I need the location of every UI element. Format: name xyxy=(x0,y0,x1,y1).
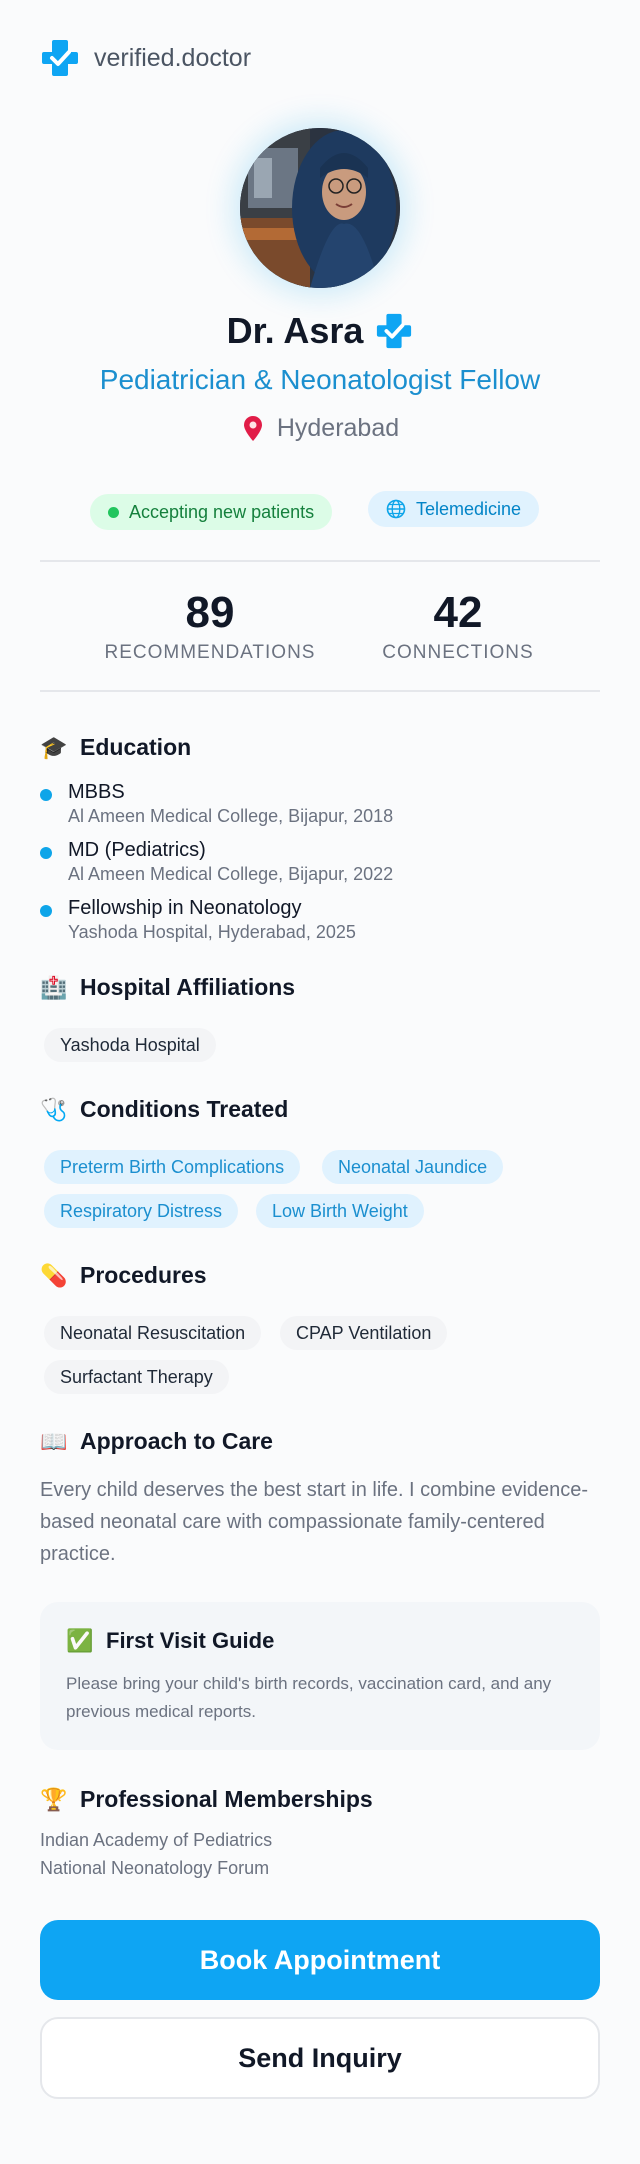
bullet-dot xyxy=(40,847,52,859)
education-item: MBBS Al Ameen Medical College, Bijapur, … xyxy=(40,781,393,827)
doctor-name: Dr. Asra xyxy=(226,310,364,351)
procedure-chip[interactable]: Neonatal Resuscitation xyxy=(44,1316,262,1350)
doctor-profile-page: verified.doctor Dr. Asra Pediatrician & … xyxy=(0,0,640,2164)
stat-value: 89 xyxy=(185,588,235,637)
section-title: Hospital Affiliations xyxy=(80,974,296,1000)
memberships-section-header: 🏆 Professional Memberships xyxy=(40,1786,373,1813)
approach-section-header: 📖 Approach to Care xyxy=(40,1428,273,1455)
guide-text: Please bring your child's birth records,… xyxy=(66,1674,552,1721)
accepting-label: Accepting new patients xyxy=(129,501,315,522)
stat-value: 42 xyxy=(433,588,483,637)
education-item: MD (Pediatrics) Al Ameen Medical College… xyxy=(40,839,393,885)
divider xyxy=(40,690,600,692)
hospital-icon: 🏥 xyxy=(40,974,68,1000)
education-school: Yashoda Hospital, Hyderabad, 2025 xyxy=(68,922,356,942)
check-box-icon: ✅ xyxy=(66,1628,94,1653)
education-section-header: 🎓 Education xyxy=(40,734,191,761)
stat-connections[interactable]: 42 CONNECTIONS xyxy=(368,588,548,664)
bullet-dot xyxy=(40,789,52,801)
education-degree: Fellowship in Neonatology xyxy=(68,897,302,919)
condition-chip[interactable]: Respiratory Distress xyxy=(44,1194,239,1228)
section-title: Professional Memberships xyxy=(80,1786,373,1812)
condition-chip[interactable]: Preterm Birth Complications xyxy=(44,1150,301,1184)
education-school: Al Ameen Medical College, Bijapur, 2022 xyxy=(68,864,394,884)
section-title: Approach to Care xyxy=(80,1428,273,1454)
verified-cross-logo-icon xyxy=(42,40,78,76)
globe-icon xyxy=(386,499,406,519)
first-visit-guide-card: ✅ First Visit Guide Please bring your ch… xyxy=(40,1602,600,1750)
membership-item: Indian Academy of Pediatrics xyxy=(40,1830,273,1850)
education-item: Fellowship in Neonatology Yashoda Hospit… xyxy=(40,897,356,943)
location-pin-icon xyxy=(243,415,262,441)
guide-title: First Visit Guide xyxy=(106,1628,275,1653)
condition-chip[interactable]: Low Birth Weight xyxy=(256,1194,424,1228)
book-appointment-button[interactable]: Book Appointment xyxy=(40,1920,600,2000)
pill-icon: 💊 xyxy=(40,1262,68,1288)
affiliations-section-header: 🏥 Hospital Affiliations xyxy=(40,974,295,1001)
conditions-section-header: 🩺 Conditions Treated xyxy=(40,1096,288,1123)
book-icon: 📖 xyxy=(40,1428,68,1454)
guide-header: ✅ First Visit Guide xyxy=(66,1628,274,1654)
procedure-chip[interactable]: Surfactant Therapy xyxy=(44,1360,229,1394)
education-degree: MBBS xyxy=(68,781,125,803)
approach-text: Every child deserves the best start in l… xyxy=(40,1479,589,1565)
send-inquiry-button[interactable]: Send Inquiry xyxy=(40,2017,600,2099)
education-degree: MD (Pediatrics) xyxy=(68,839,206,861)
doctor-avatar xyxy=(240,128,400,288)
avatar-photo xyxy=(240,128,400,288)
doctor-specialty: Pediatrician & Neonatologist Fellow xyxy=(99,364,541,395)
section-title: Conditions Treated xyxy=(80,1096,289,1122)
condition-chip[interactable]: Neonatal Jaundice xyxy=(322,1150,504,1184)
stat-label: CONNECTIONS xyxy=(382,642,534,663)
affiliation-chip[interactable]: Yashoda Hospital xyxy=(44,1028,216,1062)
brand-header[interactable]: verified.doctor xyxy=(40,38,251,78)
accepting-patients-badge: Accepting new patients xyxy=(90,494,333,530)
verified-badge-icon xyxy=(377,313,412,349)
trophy-icon: 🏆 xyxy=(40,1786,68,1812)
procedure-chip[interactable]: CPAP Ventilation xyxy=(280,1316,448,1350)
doctor-name-row: Dr. Asra xyxy=(0,310,640,352)
section-title: Procedures xyxy=(80,1262,207,1288)
divider xyxy=(40,560,600,562)
location-text: Hyderabad xyxy=(276,414,400,442)
graduation-cap-icon: 🎓 xyxy=(40,734,68,760)
telemedicine-badge: Telemedicine xyxy=(368,491,540,527)
section-title: Education xyxy=(80,734,192,760)
procedures-section-header: 💊 Procedures xyxy=(40,1262,207,1289)
doctor-location: Hyderabad xyxy=(0,414,640,443)
telemedicine-label: Telemedicine xyxy=(416,498,522,519)
education-school: Al Ameen Medical College, Bijapur, 2018 xyxy=(68,806,394,826)
stethoscope-icon: 🩺 xyxy=(40,1096,68,1122)
stat-recommendations[interactable]: 89 RECOMMENDATIONS xyxy=(100,588,320,664)
membership-item: National Neonatology Forum xyxy=(40,1858,270,1878)
status-dot-icon xyxy=(108,506,119,518)
brand-name: verified.doctor xyxy=(94,43,252,72)
stat-label: RECOMMENDATIONS xyxy=(104,642,316,663)
bullet-dot xyxy=(40,905,52,917)
